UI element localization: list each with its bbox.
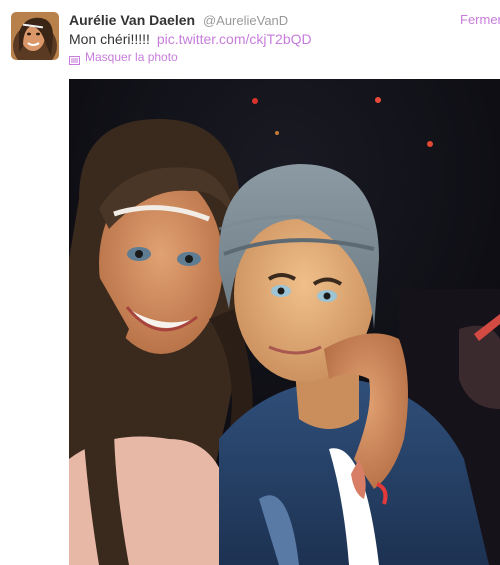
hide-photo-label: Masquer la photo: [85, 50, 178, 64]
hide-photo-link[interactable]: Masquer la photo: [69, 49, 178, 65]
avatar[interactable]: [11, 12, 59, 60]
author-fullname[interactable]: Aurélie Van Daelen: [69, 12, 195, 28]
tweet-text: Mon chéri!!!!! pic.twitter.com/ckjT2bQD: [69, 30, 312, 48]
photo-icon: [69, 53, 80, 65]
tweet-header: Aurélie Van Daelen @AurelieVanD: [69, 11, 288, 30]
close-link[interactable]: Fermer: [460, 12, 500, 28]
author-username[interactable]: @AurelieVanD: [203, 13, 288, 28]
tweet-text-body: Mon chéri!!!!!: [69, 31, 150, 47]
tweet-media-link[interactable]: pic.twitter.com/ckjT2bQD: [157, 31, 312, 47]
tweet-card: Aurélie Van Daelen @AurelieVanD Fermer M…: [0, 0, 500, 565]
tweet-photo[interactable]: [69, 79, 500, 565]
